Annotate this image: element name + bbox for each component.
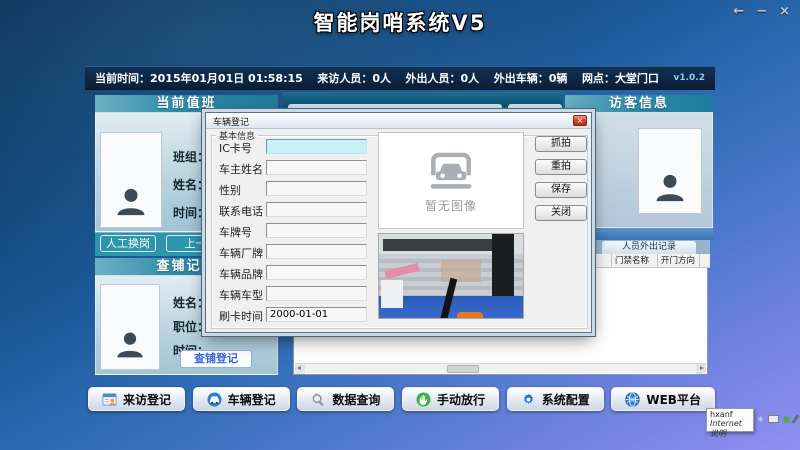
site-name: 网点：大堂门口	[582, 70, 659, 86]
web-platform-icon	[625, 392, 640, 407]
gender-label: 性别	[219, 182, 241, 198]
gender-input[interactable]	[266, 181, 367, 196]
status-bar: 当前时间：2015年01月01日 01:58:15 来访人员：0人 外出人员：0…	[85, 66, 715, 90]
version-label: v1.0.2	[673, 73, 705, 83]
window-controls: ← − ×	[733, 4, 790, 19]
plate-number-input[interactable]	[266, 223, 367, 238]
swipe-time-label: 刷卡时间	[219, 308, 263, 324]
out-person-count: 外出人员：0人	[406, 70, 480, 86]
scrollbar-thumb[interactable]	[447, 365, 479, 373]
duty-name-label: 姓名：	[173, 176, 209, 193]
vehicle-register-icon	[207, 392, 222, 407]
check-position-label: 职位：	[173, 318, 209, 335]
capture-image-placeholder: 暂无图像	[378, 132, 524, 229]
visitor-panel-title: 访客信息	[565, 95, 713, 112]
ime-description-text: Internet 说明	[710, 419, 750, 439]
person-icon	[114, 325, 146, 363]
system-config-icon	[521, 392, 536, 407]
ic-card-input[interactable]	[266, 139, 367, 154]
visitor-avatar	[638, 128, 702, 214]
ime-code-text: hxanf	[710, 410, 750, 419]
camera-feed	[378, 233, 524, 319]
duty-panel-title: 当前值班	[95, 95, 278, 112]
person-icon	[114, 181, 148, 221]
vehicle-register-button[interactable]: 车辆登记	[193, 387, 290, 411]
records-tab-row: 人员外出记录	[594, 240, 710, 254]
phone-input[interactable]	[266, 202, 367, 217]
tab-person-out-records[interactable]: 人员外出记录	[602, 241, 696, 254]
wrench-icon[interactable]	[791, 414, 799, 424]
person-icon	[653, 167, 687, 207]
duty-team-label: 班组：	[173, 148, 209, 165]
duty-avatar	[100, 132, 162, 228]
ime-language-icon[interactable]: ✳	[757, 415, 764, 424]
vehicle-maker-label: 车辆厂牌	[219, 245, 263, 261]
capture-button[interactable]: 抓拍	[535, 136, 587, 152]
visitor-register-button[interactable]: 来访登记	[88, 387, 185, 411]
manual-release-button[interactable]: 手动放行	[402, 387, 499, 411]
keyboard-icon[interactable]	[768, 415, 779, 423]
vehicle-brand-label: 车辆品牌	[219, 266, 263, 282]
owner-name-input[interactable]	[266, 160, 367, 175]
ime-mode-icon[interactable]	[783, 416, 790, 423]
close-button[interactable]: 关闭	[535, 205, 587, 221]
manual-shift-button[interactable]: 人工换岗	[100, 235, 156, 252]
check-register-button[interactable]: 查铺登记	[180, 350, 252, 368]
minimize-icon[interactable]: −	[756, 4, 767, 19]
current-time: 当前时间：2015年01月01日 01:58:15	[95, 70, 303, 86]
duty-time-label: 时间：	[173, 204, 209, 221]
web-platform-button[interactable]: WEB平台	[611, 387, 715, 411]
visitor-count: 来访人员：0人	[317, 70, 391, 86]
desktop: 智能岗哨系统V5 ← − × 当前时间：2015年01月01日 01:58:15…	[0, 0, 800, 450]
page-title: 智能岗哨系统V5	[0, 7, 800, 37]
retake-button[interactable]: 重拍	[535, 159, 587, 175]
check-name-label: 姓名：	[173, 294, 209, 311]
car-icon	[421, 147, 481, 193]
main-toolbar: 来访登记 车辆登记 数据查询 手动放行 系统配置 WEB平台	[88, 386, 715, 412]
scroll-left-icon[interactable]	[295, 364, 305, 374]
back-icon[interactable]: ←	[733, 4, 744, 19]
out-vehicle-count: 外出车辆：0辆	[494, 70, 568, 86]
data-query-button[interactable]: 数据查询	[297, 387, 394, 411]
horizontal-scrollbar[interactable]	[295, 363, 706, 373]
save-button[interactable]: 保存	[535, 182, 587, 198]
close-icon[interactable]: ×	[779, 4, 790, 19]
plate-number-label: 车牌号	[219, 224, 252, 240]
vehicle-model-input[interactable]	[266, 286, 367, 301]
records-table-header: 门禁名称 开门方向	[594, 254, 710, 268]
ime-tooltip: hxanf Internet 说明	[706, 408, 754, 432]
manual-release-icon	[416, 392, 431, 407]
records-col-empty2	[700, 254, 710, 267]
dialog-close-icon[interactable]: ×	[573, 115, 587, 126]
ime-bar: ✳	[757, 414, 797, 424]
records-col-door-direction: 开门方向	[658, 254, 700, 267]
records-col-door-name: 门禁名称	[612, 254, 658, 267]
visitor-register-icon	[102, 392, 117, 407]
system-config-button[interactable]: 系统配置	[507, 387, 604, 411]
records-col-empty	[594, 254, 612, 267]
dialog-titlebar[interactable]: 车辆登记 ×	[206, 113, 591, 129]
vehicle-maker-input[interactable]	[266, 244, 367, 259]
basic-info-label: 基本信息	[216, 129, 258, 142]
dialog-title: 车辆登记	[213, 115, 249, 128]
vehicle-model-label: 车辆车型	[219, 287, 263, 303]
vehicle-registration-dialog: 车辆登记 × 基本信息 IC卡号 车主姓名 性别 联系电话 车牌号 车辆厂牌 车…	[205, 112, 592, 333]
phone-label: 联系电话	[219, 203, 263, 219]
check-avatar	[100, 284, 160, 370]
owner-name-label: 车主姓名	[219, 161, 263, 177]
vehicle-brand-input[interactable]	[266, 265, 367, 280]
scroll-right-icon[interactable]	[696, 364, 706, 374]
ic-card-label: IC卡号	[219, 140, 252, 156]
data-query-icon	[311, 392, 326, 407]
swipe-time-input[interactable]	[266, 307, 367, 322]
no-image-text: 暂无图像	[425, 197, 477, 214]
